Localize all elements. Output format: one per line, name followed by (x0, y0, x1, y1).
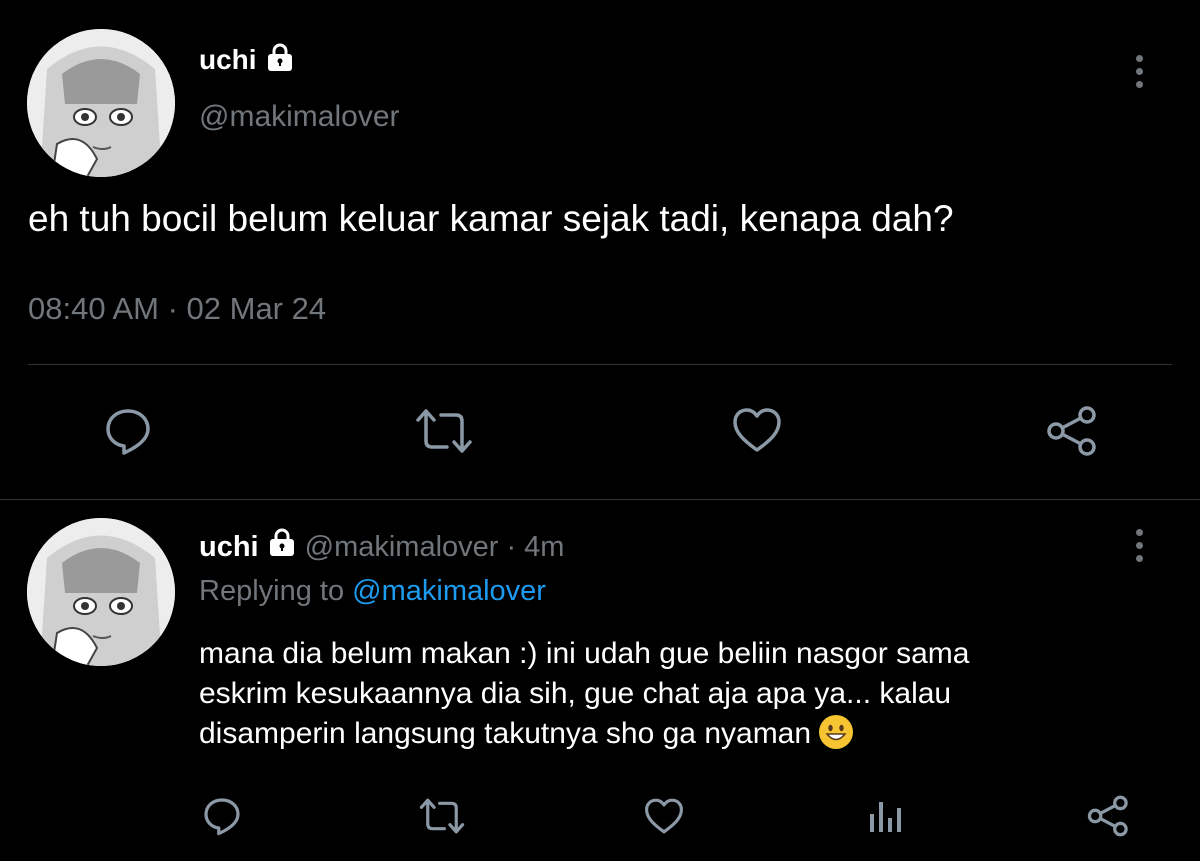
reply-text-line: mana dia belum makan :) ini udah gue bel… (199, 637, 970, 670)
author-name[interactable]: uchi (199, 44, 257, 76)
separator: · (506, 530, 517, 563)
author-name[interactable]: uchi (199, 531, 259, 564)
reply-text-line: disamperin langsung takutnya sho ga nyam… (199, 717, 812, 750)
reply-text-line: eskrim kesukaannya dia sih, gue chat aja… (199, 677, 952, 710)
avatar[interactable] (27, 29, 175, 177)
author-handle[interactable]: @makimalover (199, 100, 400, 134)
retweet-icon[interactable] (414, 407, 474, 455)
avatar[interactable] (27, 518, 175, 666)
reply-text: mana dia belum makan :) ini udah gue bel… (199, 634, 969, 754)
retweet-icon[interactable] (418, 797, 466, 835)
share-icon[interactable] (1045, 404, 1101, 458)
like-icon[interactable] (643, 797, 685, 835)
lock-icon (267, 528, 297, 566)
reply-icon[interactable] (103, 406, 153, 456)
time-ago[interactable]: 4m (524, 531, 564, 564)
replying-to-link[interactable]: @makimalover (352, 575, 546, 607)
timestamp: 08:40 AM · 02 Mar 24 (28, 291, 327, 326)
thread-divider (0, 499, 1200, 500)
more-icon[interactable] (1134, 55, 1144, 94)
divider (28, 364, 1172, 365)
tweet-text: eh tuh bocil belum keluar kamar sejak ta… (28, 198, 954, 239)
replying-to-label: Replying to (199, 575, 345, 607)
like-icon[interactable] (731, 406, 783, 454)
lock-icon (265, 43, 295, 78)
more-icon[interactable] (1134, 529, 1144, 568)
grinning-face-emoji (819, 715, 854, 749)
reply-icon[interactable] (202, 796, 242, 836)
analytics-icon[interactable] (866, 798, 906, 834)
share-icon[interactable] (1086, 794, 1132, 838)
author-handle[interactable]: @makimalover (305, 531, 499, 564)
